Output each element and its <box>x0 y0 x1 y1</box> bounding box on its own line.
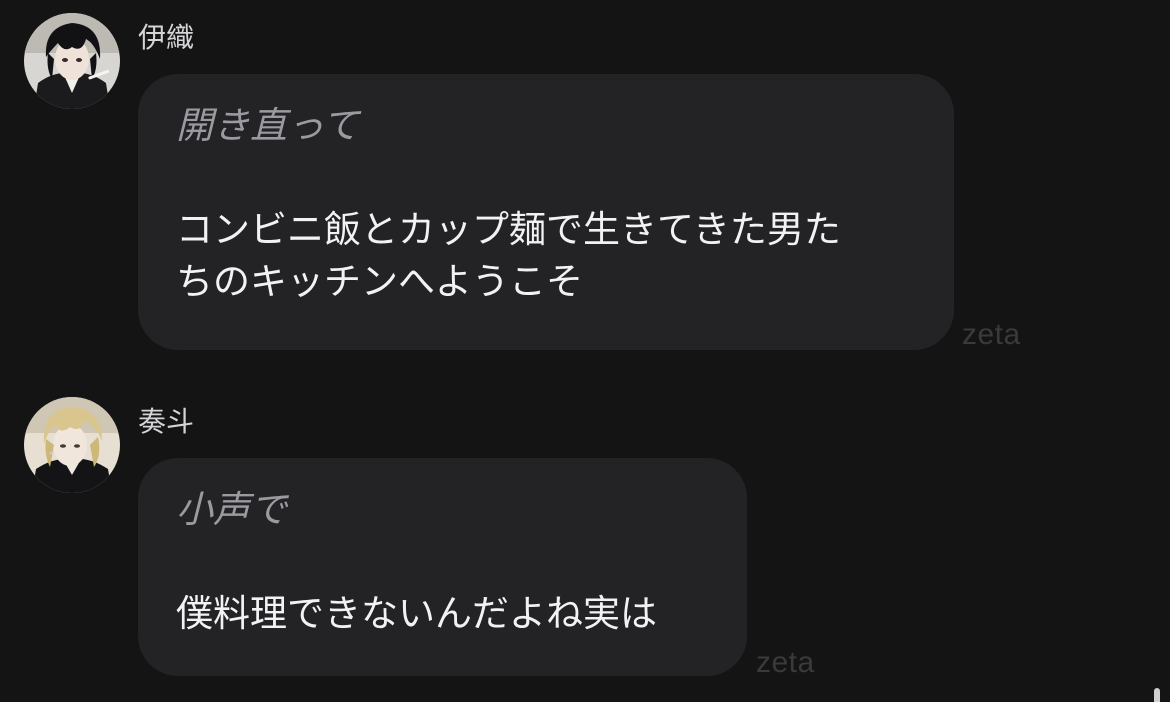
zeta-watermark: zeta <box>756 646 815 679</box>
zeta-watermark: zeta <box>962 318 1021 351</box>
message-bubble: 小声で 僕料理できないんだよね実は <box>138 458 747 676</box>
action-text: 小声で <box>176 488 287 531</box>
avatar-dark-hair-man-image <box>24 13 120 109</box>
avatar[interactable] <box>24 13 120 109</box>
message-bubble: 開き直って コンビニ飯とカップ麺で生きてきた男た ちのキッチンへようこそ <box>138 74 954 350</box>
speech-text: 僕料理できないんだよね実は <box>176 592 657 635</box>
speech-text: コンビニ飯とカップ麺で生きてきた男た ちのキッチンへようこそ <box>176 208 841 303</box>
sender-name: 伊織 <box>138 21 195 54</box>
avatar[interactable] <box>24 397 120 493</box>
sender-name: 奏斗 <box>138 405 195 438</box>
chat-log: 伊織 開き直って コンビニ飯とカップ麺で生きてきた男た ちのキッチンへようこそ … <box>0 0 1170 702</box>
action-text: 開き直って <box>176 104 360 147</box>
scrollbar-handle[interactable] <box>1154 688 1160 702</box>
avatar-blonde-hair-man-image <box>24 397 120 493</box>
